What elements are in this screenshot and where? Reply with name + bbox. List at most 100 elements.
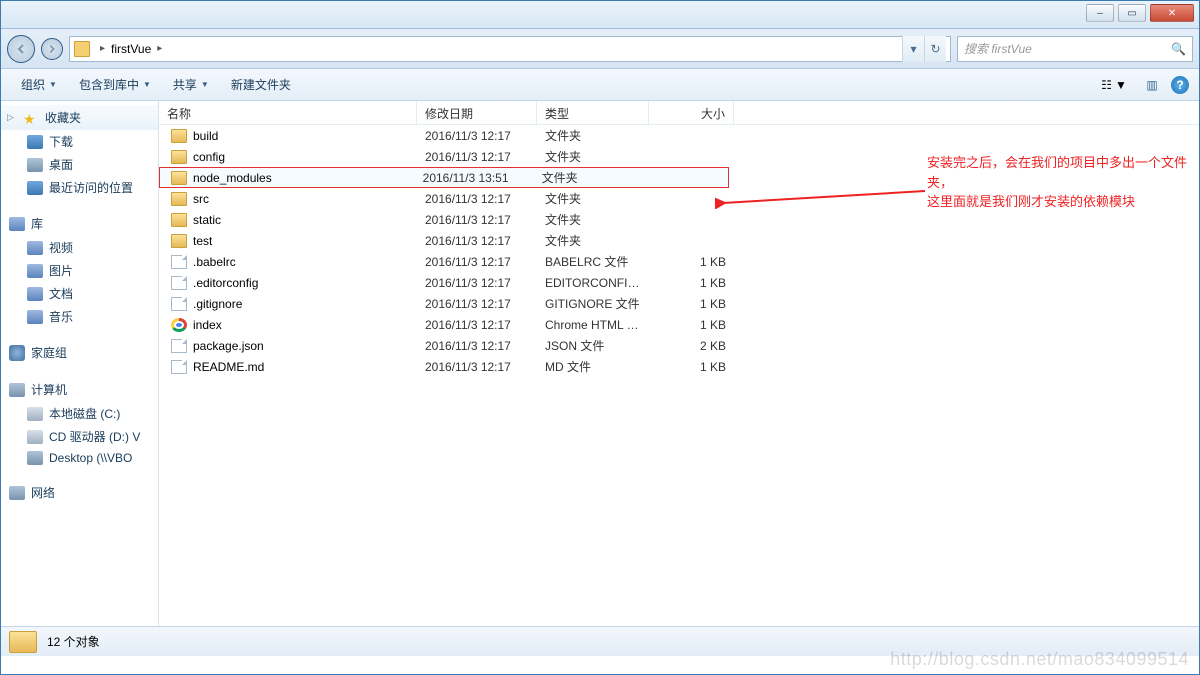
file-date: 2016/11/3 12:17 [417, 192, 537, 206]
videos-icon [27, 241, 43, 255]
file-date: 2016/11/3 12:17 [417, 129, 537, 143]
back-button[interactable] [7, 35, 35, 63]
file-size: 1 KB [649, 255, 734, 269]
breadcrumb-sep-icon: ▸ [157, 43, 162, 54]
netdrive-icon [27, 451, 43, 465]
folder-icon [171, 171, 187, 185]
col-name[interactable]: 名称 [159, 101, 417, 124]
file-row[interactable]: index2016/11/3 12:17Chrome HTML D...1 KB [159, 314, 1199, 335]
file-size: 1 KB [649, 297, 734, 311]
pictures-icon [27, 264, 43, 278]
file-row[interactable]: node_modules 2016/11/3 13:51文件夹 [159, 167, 729, 188]
breadcrumb-folder[interactable]: firstVue [111, 42, 151, 56]
address-dropdown-button[interactable]: ▾ [902, 36, 924, 62]
file-type: EDITORCONFIG ... [537, 276, 649, 290]
include-library-button[interactable]: 包含到库中 ▼ [69, 72, 161, 97]
folder-icon [171, 150, 187, 164]
organize-button[interactable]: 组织 ▼ [11, 72, 67, 97]
cd-icon [27, 430, 43, 444]
file-type: 文件夹 [534, 169, 645, 186]
file-size: 1 KB [649, 276, 734, 290]
new-folder-button[interactable]: 新建文件夹 [221, 72, 301, 97]
sidebar-item-documents[interactable]: 文档 [1, 282, 158, 305]
col-type[interactable]: 类型 [537, 101, 649, 124]
star-icon: ★ [23, 111, 39, 125]
sidebar-item-pictures[interactable]: 图片 [1, 259, 158, 282]
sidebar-homegroup-header[interactable]: 家庭组 [1, 340, 158, 365]
file-name: node_modules [193, 171, 272, 185]
file-row[interactable]: build2016/11/3 12:17文件夹 [159, 125, 1199, 146]
col-date[interactable]: 修改日期 [417, 101, 537, 124]
file-row[interactable]: static2016/11/3 12:17文件夹 [159, 209, 1199, 230]
desktop-icon [27, 158, 43, 172]
sidebar-item-videos[interactable]: 视频 [1, 236, 158, 259]
sidebar-item-cd-drive[interactable]: CD 驱动器 (D:) V [1, 425, 158, 448]
sidebar-item-music[interactable]: 音乐 [1, 305, 158, 328]
help-button[interactable]: ? [1171, 76, 1189, 94]
file-size: 1 KB [649, 318, 734, 332]
file-name: package.json [193, 339, 264, 353]
file-type: MD 文件 [537, 358, 649, 375]
file-row[interactable]: config2016/11/3 12:17文件夹 [159, 146, 1199, 167]
network-icon [9, 486, 25, 500]
minimize-button[interactable]: – [1086, 4, 1114, 22]
breadcrumb-sep-icon: ▸ [100, 43, 105, 54]
file-name: src [193, 192, 209, 206]
sidebar-network-header[interactable]: 网络 [1, 480, 158, 505]
arrow-left-icon [15, 43, 27, 55]
file-row[interactable]: README.md2016/11/3 12:17MD 文件1 KB [159, 356, 1199, 377]
titlebar: – ▭ ✕ [1, 1, 1199, 29]
search-input[interactable]: 搜索 firstVue 🔍 [957, 36, 1193, 62]
file-type: 文件夹 [537, 211, 649, 228]
file-date: 2016/11/3 12:17 [417, 255, 537, 269]
homegroup-icon [9, 345, 25, 361]
maximize-button[interactable]: ▭ [1118, 4, 1146, 22]
file-row[interactable]: test2016/11/3 12:17文件夹 [159, 230, 1199, 251]
file-date: 2016/11/3 12:17 [417, 234, 537, 248]
breadcrumb[interactable]: ▸ firstVue ▸ ▾ ↻ [69, 36, 951, 62]
file-icon [171, 255, 187, 269]
view-options-button[interactable]: ☷▼ [1095, 74, 1133, 96]
file-type: 文件夹 [537, 190, 649, 207]
file-list-pane: 名称 修改日期 类型 大小 build2016/11/3 12:17文件夹con… [159, 101, 1199, 626]
file-date: 2016/11/3 12:17 [417, 276, 537, 290]
close-button[interactable]: ✕ [1150, 4, 1194, 22]
recent-icon [27, 181, 43, 195]
sidebar-computer-header[interactable]: 计算机 [1, 377, 158, 402]
file-date: 2016/11/3 12:17 [417, 297, 537, 311]
documents-icon [27, 287, 43, 301]
sidebar-library-header[interactable]: 库 [1, 211, 158, 236]
sidebar-item-disk-c[interactable]: 本地磁盘 (C:) [1, 402, 158, 425]
sidebar-favorites-header[interactable]: ▷★收藏夹 [1, 105, 158, 130]
file-type: GITIGNORE 文件 [537, 295, 649, 312]
sidebar-item-desktop[interactable]: 桌面 [1, 153, 158, 176]
sidebar-item-recent[interactable]: 最近访问的位置 [1, 176, 158, 199]
toolbar: 组织 ▼ 包含到库中 ▼ 共享 ▼ 新建文件夹 ☷▼ ▥ ? [1, 69, 1199, 101]
preview-pane-button[interactable]: ▥ [1141, 74, 1163, 96]
file-row[interactable]: package.json2016/11/3 12:17JSON 文件2 KB [159, 335, 1199, 356]
file-icon [171, 360, 187, 374]
file-size: 1 KB [649, 360, 734, 374]
sidebar-item-downloads[interactable]: 下载 [1, 130, 158, 153]
chrome-icon [171, 318, 187, 332]
file-date: 2016/11/3 13:51 [415, 171, 534, 185]
sidebar-item-network-drive[interactable]: Desktop (\\VBO [1, 448, 158, 468]
file-date: 2016/11/3 12:17 [417, 318, 537, 332]
file-name: build [193, 129, 218, 143]
refresh-button[interactable]: ↻ [924, 36, 946, 62]
folder-icon [9, 631, 37, 653]
file-name: config [193, 150, 225, 164]
file-row[interactable]: .editorconfig2016/11/3 12:17EDITORCONFIG… [159, 272, 1199, 293]
folder-icon [171, 129, 187, 143]
col-size[interactable]: 大小 [649, 101, 734, 124]
column-headers: 名称 修改日期 类型 大小 [159, 101, 1199, 125]
folder-icon [171, 192, 187, 206]
file-type: BABELRC 文件 [537, 253, 649, 270]
main-split: ▷★收藏夹 下载 桌面 最近访问的位置 库 视频 图片 文档 音乐 家庭组 计算… [1, 101, 1199, 626]
file-row[interactable]: .gitignore2016/11/3 12:17GITIGNORE 文件1 K… [159, 293, 1199, 314]
file-row[interactable]: .babelrc2016/11/3 12:17BABELRC 文件1 KB [159, 251, 1199, 272]
forward-button[interactable] [41, 38, 63, 60]
share-button[interactable]: 共享 ▼ [163, 72, 219, 97]
sidebar: ▷★收藏夹 下载 桌面 最近访问的位置 库 视频 图片 文档 音乐 家庭组 计算… [1, 101, 159, 626]
file-row[interactable]: src 2016/11/3 12:17文件夹 [159, 188, 1199, 209]
